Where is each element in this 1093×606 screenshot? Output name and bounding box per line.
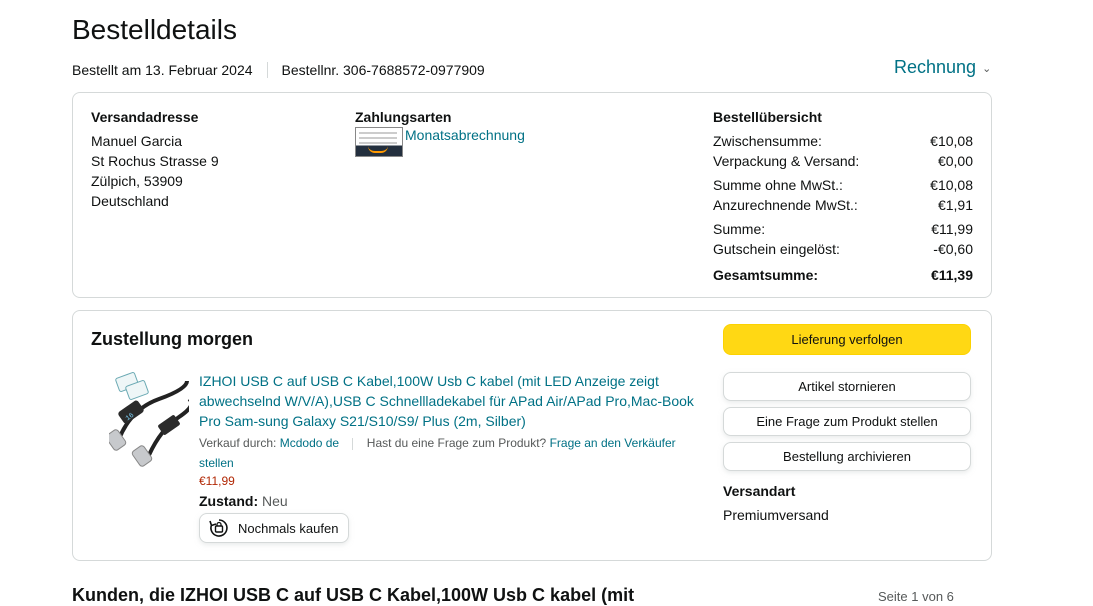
summary-total-row: Gesamtsumme: €11,39	[713, 265, 973, 285]
payment-heading: Zahlungsarten	[355, 109, 452, 125]
summary-label: Zwischensumme:	[713, 133, 822, 149]
order-date: Bestellt am 13. Februar 2024	[72, 62, 253, 78]
address-line: St Rochus Strasse 9	[91, 153, 219, 169]
recommendations-heading: Kunden, die IZHOI USB C auf USB C Kabel,…	[72, 585, 635, 605]
order-info-box: Versandadresse Manuel Garcia St Rochus S…	[72, 92, 992, 298]
summary-value: €10,08	[930, 133, 973, 149]
delivery-heading: Zustellung morgen	[91, 329, 253, 349]
payment-methods: Zahlungsarten Monatsabrechnung	[355, 109, 525, 157]
seller-link[interactable]: Mcdodo de	[280, 436, 339, 450]
summary-row: Summe: €11,99	[713, 219, 973, 239]
condition-label: Zustand:	[199, 493, 259, 509]
summary-row: Summe ohne MwSt.: €10,08	[713, 175, 973, 195]
summary-value: €11,99	[931, 221, 973, 237]
product-price: €11,99	[199, 474, 235, 488]
total-value: €11,39	[930, 267, 973, 283]
summary-label: Anzurechnende MwSt.:	[713, 197, 858, 213]
summary-value: €10,08	[930, 177, 973, 193]
track-delivery-button[interactable]: Lieferung verfolgen	[723, 324, 971, 355]
summary-value: €1,91	[937, 197, 973, 213]
archive-order-button[interactable]: Bestellung archivieren	[723, 442, 971, 471]
sold-by-label: Verkauf durch:	[199, 436, 277, 450]
payment-method-link[interactable]: Monatsabrechnung	[405, 127, 525, 143]
summary-row: Verpackung & Versand: €0,00	[713, 151, 973, 171]
buy-again-icon	[209, 519, 228, 537]
summary-label: Gutschein eingelöst:	[713, 241, 840, 257]
buy-again-button[interactable]: Nochmals kaufen	[199, 513, 350, 543]
address-line: Manuel Garcia	[91, 133, 183, 149]
invoice-label[interactable]: Rechnung	[894, 57, 976, 78]
summary-value: -€0,60	[933, 241, 973, 257]
summary-row: Anzurechnende MwSt.: €1,91	[713, 195, 973, 215]
address-line: Deutschland	[91, 193, 169, 209]
product-title-link[interactable]: IZHOI USB C auf USB C Kabel,100W Usb C k…	[199, 371, 704, 431]
divider	[266, 62, 268, 78]
amazon-card-icon	[355, 127, 403, 157]
chevron-down-icon: ⌄	[982, 63, 992, 75]
seller-info: Verkauf durch: Mcdodo de Hast du eine Fr…	[199, 433, 699, 473]
summary-row: Zwischensumme: €10,08	[713, 131, 973, 151]
cancel-item-button[interactable]: Artikel stornieren	[723, 372, 971, 401]
order-summary: Bestellübersicht Zwischensumme: €10,08 V…	[713, 109, 973, 285]
summary-label: Summe:	[713, 221, 766, 237]
question-label: Hast du eine Frage zum Produkt?	[366, 436, 547, 450]
shipping-address: Versandadresse Manuel Garcia St Rochus S…	[91, 109, 219, 211]
shipping-method-value: Premiumversand	[723, 507, 829, 523]
condition-value: Neu	[262, 493, 288, 509]
product-image[interactable]: 16	[105, 369, 194, 469]
delivery-box: Zustellung morgen 16 IZHOI USB C auf USB…	[72, 310, 992, 561]
buy-again-label: Nochmals kaufen	[238, 520, 339, 536]
total-label: Gesamtsumme:	[713, 267, 819, 283]
summary-label: Summe ohne MwSt.:	[713, 177, 843, 193]
address-heading: Versandadresse	[91, 109, 199, 125]
summary-value: €0,00	[937, 153, 973, 169]
summary-row: Gutschein eingelöst: -€0,60	[713, 239, 973, 259]
product-condition: Zustand: Neu	[199, 493, 288, 509]
summary-label: Verpackung & Versand:	[713, 153, 860, 169]
page-title: Bestelldetails	[72, 14, 237, 45]
shipping-method-heading: Versandart	[723, 483, 796, 499]
address-line: Zülpich, 53909	[91, 173, 183, 189]
summary-heading: Bestellübersicht	[713, 109, 822, 125]
order-number: Bestellnr. 306-7688572-0977909	[281, 62, 485, 78]
ask-question-button[interactable]: Eine Frage zum Produkt stellen	[723, 407, 971, 436]
divider	[352, 437, 354, 450]
order-meta: Bestellt am 13. Februar 2024 Bestellnr. …	[72, 62, 485, 78]
invoice-dropdown[interactable]: Rechnung ⌄	[894, 57, 991, 78]
